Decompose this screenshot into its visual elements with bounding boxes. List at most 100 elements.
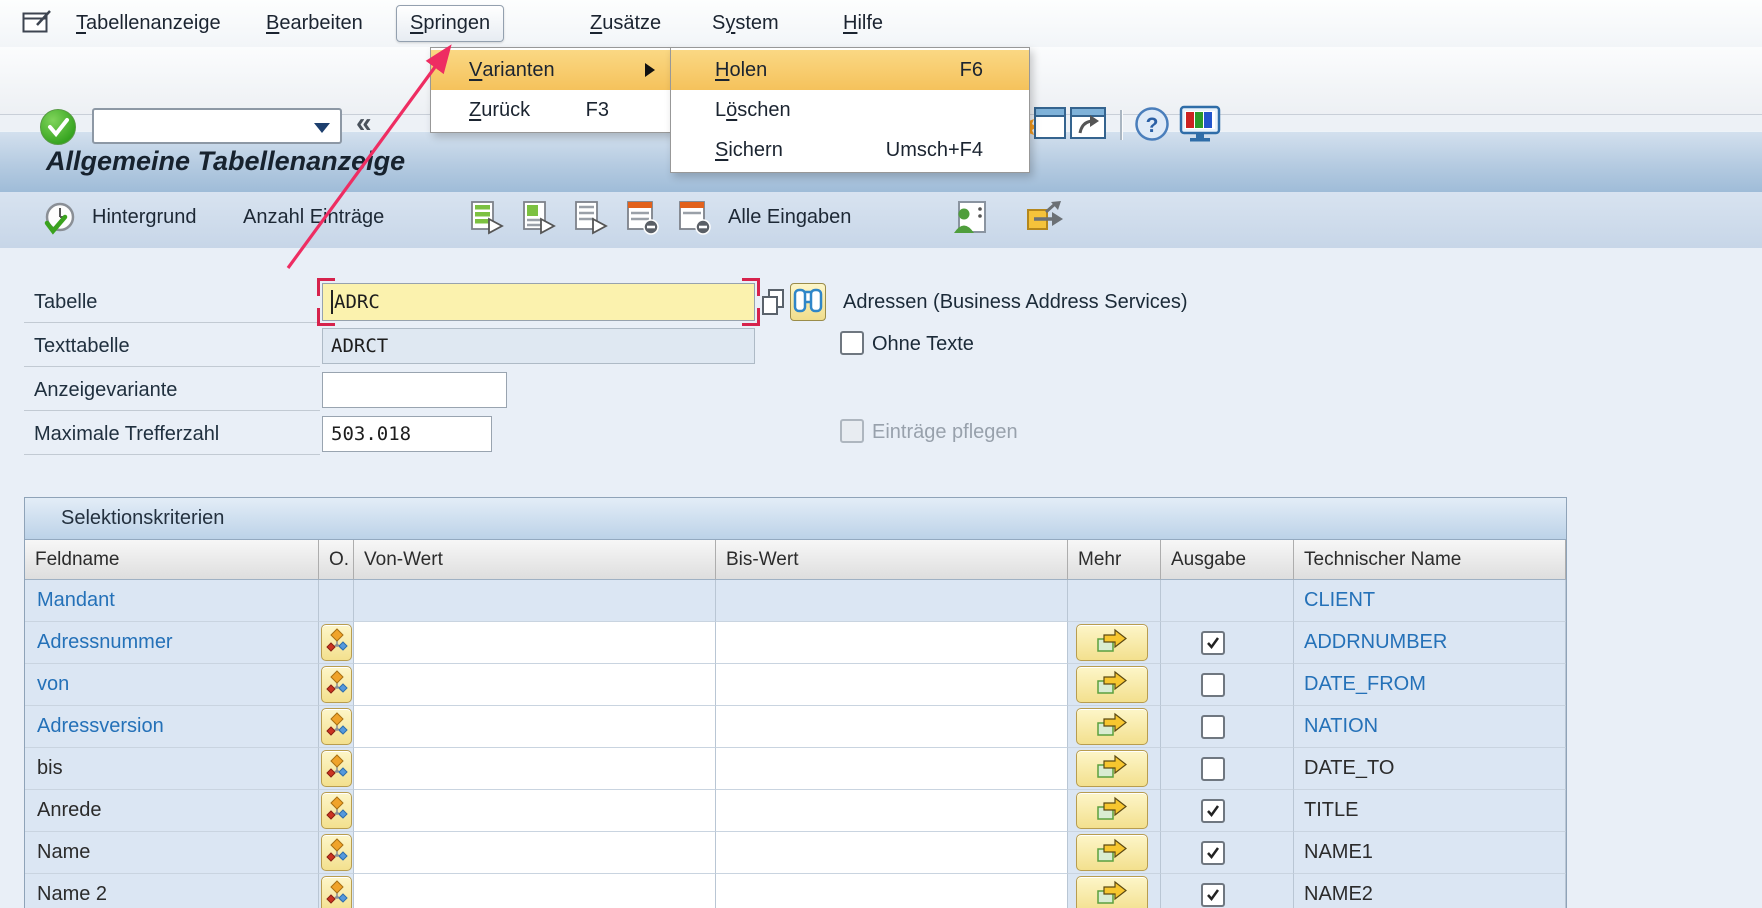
von-wert-cell[interactable] bbox=[354, 832, 716, 874]
bis-wert-cell[interactable] bbox=[716, 706, 1068, 748]
menu-label-part: olen bbox=[729, 59, 767, 82]
mehr-multiple-selection-icon[interactable] bbox=[1076, 876, 1148, 908]
mehr-multiple-selection-icon[interactable] bbox=[1076, 834, 1148, 871]
mehr-multiple-selection-icon[interactable] bbox=[1076, 624, 1148, 661]
ohne-texte-checkbox[interactable] bbox=[840, 331, 864, 355]
create-shortcut-icon[interactable] bbox=[1068, 104, 1108, 147]
ausgabe-checkbox[interactable] bbox=[1201, 715, 1225, 739]
mehr-multiple-selection-icon[interactable] bbox=[1076, 666, 1148, 703]
exit-icon[interactable] bbox=[1024, 200, 1064, 239]
customize-layout-icon[interactable] bbox=[1178, 105, 1222, 146]
operator-cell bbox=[319, 874, 354, 908]
eintraege-pflegen-label: Einträge pflegen bbox=[872, 421, 1018, 444]
command-field-dropdown-icon[interactable] bbox=[314, 123, 330, 133]
user-parameters-icon[interactable] bbox=[950, 200, 988, 239]
ausgabe-cell bbox=[1161, 748, 1294, 790]
menu-item-holen[interactable]: HolenF6 bbox=[671, 50, 1029, 90]
table-row: Adressnummer ADDRNUMBER bbox=[25, 622, 1566, 664]
ausgabe-checkbox[interactable] bbox=[1201, 673, 1225, 697]
ausgabe-cell bbox=[1161, 622, 1294, 664]
mehr-cell bbox=[1068, 790, 1161, 832]
bis-wert-cell[interactable] bbox=[716, 790, 1068, 832]
selection-options-icon[interactable] bbox=[321, 624, 352, 661]
von-wert-cell[interactable] bbox=[354, 706, 716, 748]
ausgabe-checkbox[interactable] bbox=[1201, 841, 1225, 865]
von-wert-cell[interactable] bbox=[354, 790, 716, 832]
search-table-binoculars-icon[interactable] bbox=[790, 283, 826, 321]
group-title: Selektionskriterien bbox=[61, 507, 224, 530]
technischer-name-text: NATION bbox=[1304, 715, 1378, 738]
delete-all-selection-icon[interactable] bbox=[678, 200, 712, 239]
menu-item-loeschen[interactable]: Löschen bbox=[671, 90, 1029, 130]
menu-label-part: arianten bbox=[482, 59, 554, 82]
enter-button[interactable] bbox=[40, 109, 76, 145]
menubar-item-zusaetze[interactable]: Zusätze bbox=[590, 12, 661, 35]
menubar-item-hilfe[interactable]: Hilfe bbox=[843, 12, 883, 35]
column-header-technischer-name[interactable]: Technischer Name bbox=[1294, 540, 1566, 580]
possible-entries-icon[interactable] bbox=[760, 288, 786, 319]
menubar-item-tabellenanzeige[interactable]: Tabellenanzeige bbox=[76, 12, 221, 35]
system-menu-icon[interactable] bbox=[22, 9, 52, 40]
von-wert-cell[interactable] bbox=[354, 622, 716, 664]
command-field[interactable] bbox=[92, 108, 342, 144]
menubar-item-springen[interactable]: Springen bbox=[396, 5, 504, 42]
column-header-feldname[interactable]: Feldname bbox=[25, 540, 319, 580]
column-header-bis-wert[interactable]: Bis-Wert bbox=[716, 540, 1068, 580]
von-wert-cell[interactable] bbox=[354, 748, 716, 790]
collapse-toolbar-button[interactable]: « bbox=[356, 107, 372, 139]
hintergrund-button[interactable]: Hintergrund bbox=[92, 206, 197, 229]
feldname-cell: Name 2 bbox=[25, 874, 319, 908]
texttabelle-label: Texttabelle bbox=[34, 335, 130, 358]
menu-label-part: ichern bbox=[728, 139, 782, 162]
max-trefferzahl-field[interactable]: 503.018 bbox=[322, 416, 492, 452]
selection-options-icon[interactable] bbox=[321, 834, 352, 871]
help-icon[interactable]: ? bbox=[1134, 106, 1170, 145]
execute-icon[interactable] bbox=[40, 200, 78, 241]
choose-list-plain-icon[interactable] bbox=[574, 200, 608, 239]
technischer-name-cell: DATE_FROM bbox=[1294, 664, 1566, 706]
selection-options-icon[interactable] bbox=[321, 792, 352, 829]
ausgabe-checkbox[interactable] bbox=[1201, 799, 1225, 823]
bis-wert-cell[interactable] bbox=[716, 874, 1068, 908]
selection-options-icon[interactable] bbox=[321, 708, 352, 745]
bis-wert-cell[interactable] bbox=[716, 622, 1068, 664]
mehr-multiple-selection-icon[interactable] bbox=[1076, 708, 1148, 745]
bis-wert-cell[interactable] bbox=[716, 748, 1068, 790]
von-wert-cell[interactable] bbox=[354, 874, 716, 908]
von-wert-cell[interactable] bbox=[354, 664, 716, 706]
ausgabe-checkbox[interactable] bbox=[1201, 757, 1225, 781]
selection-options-icon[interactable] bbox=[321, 876, 352, 908]
menu-item-varianten[interactable]: Varianten bbox=[431, 50, 671, 90]
feldname-cell: Mandant bbox=[25, 580, 319, 622]
column-header-ausgabe[interactable]: Ausgabe bbox=[1161, 540, 1294, 580]
selection-options-icon[interactable] bbox=[321, 750, 352, 787]
menu-item-zurueck[interactable]: ZurückF3 bbox=[431, 90, 671, 130]
mehr-multiple-selection-icon[interactable] bbox=[1076, 750, 1148, 787]
column-header-o-[interactable]: O. bbox=[319, 540, 354, 580]
anzeigevariante-field[interactable] bbox=[322, 372, 507, 408]
bis-wert-cell[interactable] bbox=[716, 832, 1068, 874]
choose-list-green-icon[interactable] bbox=[522, 200, 556, 239]
column-header-mehr[interactable]: Mehr bbox=[1068, 540, 1161, 580]
mehr-multiple-selection-icon[interactable] bbox=[1076, 792, 1148, 829]
ausgabe-checkbox[interactable] bbox=[1201, 883, 1225, 907]
alle-eingaben-button[interactable]: Alle Eingaben bbox=[728, 206, 851, 229]
menubar-item-system[interactable]: System bbox=[712, 12, 779, 35]
springen-menu-panel: VariantenZurückF3 bbox=[430, 47, 672, 133]
ausgabe-checkbox[interactable] bbox=[1201, 631, 1225, 655]
ausgabe-cell bbox=[1161, 706, 1294, 748]
tabelle-field[interactable]: ADRC bbox=[322, 283, 755, 321]
selection-criteria-box: Selektionskriterien FeldnameO.Von-WertBi… bbox=[24, 497, 1567, 908]
delete-selection-icon[interactable] bbox=[626, 200, 660, 239]
choose-list-icon[interactable] bbox=[470, 200, 504, 239]
feldname-text: bis bbox=[37, 757, 63, 780]
menu-item-sichern[interactable]: SichernUmsch+F4 bbox=[671, 130, 1029, 170]
selection-options-icon[interactable] bbox=[321, 666, 352, 703]
menubar-item-bearbeiten[interactable]: Bearbeiten bbox=[266, 12, 363, 35]
table-row: Anrede TITLE bbox=[25, 790, 1566, 832]
anzahl-eintraege-button[interactable]: Anzahl Einträge bbox=[243, 206, 384, 229]
column-header-von-wert[interactable]: Von-Wert bbox=[354, 540, 716, 580]
table-row: MandantCLIENT bbox=[25, 580, 1566, 622]
bis-wert-cell[interactable] bbox=[716, 664, 1068, 706]
feldname-text: von bbox=[37, 673, 69, 696]
